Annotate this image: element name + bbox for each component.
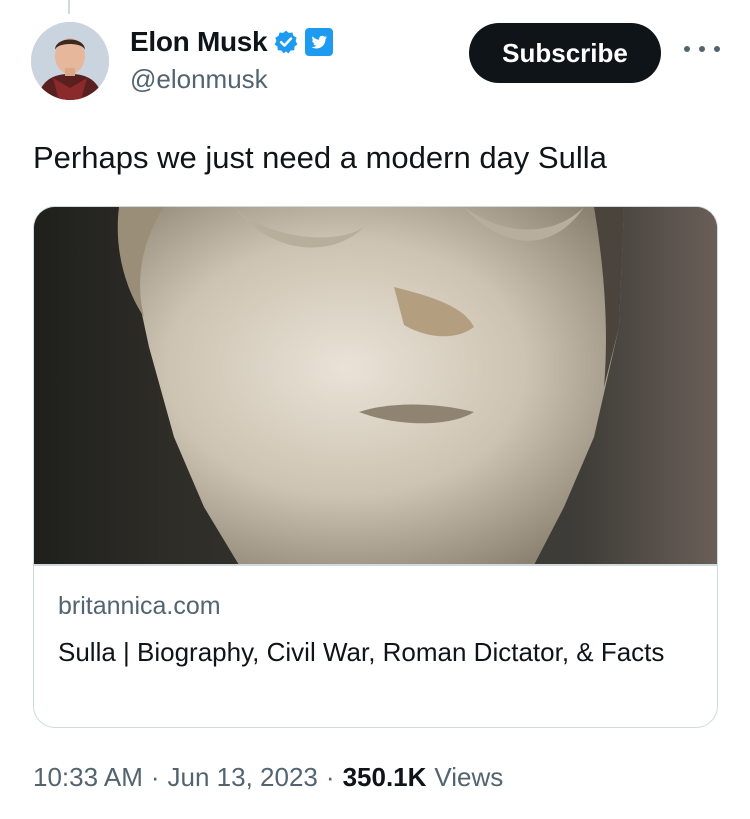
meta-separator: · [325, 762, 335, 792]
more-dot [684, 46, 690, 52]
avatar[interactable] [31, 22, 109, 100]
card-title: Sulla | Biography, Civil War, Roman Dict… [58, 637, 665, 667]
meta-separator: · [150, 762, 160, 792]
tweet-text: Perhaps we just need a modern day Sulla [33, 140, 607, 175]
more-dot [699, 46, 705, 52]
views-count[interactable]: 350.1K [343, 762, 427, 793]
views-label[interactable]: Views [434, 762, 503, 793]
more-horizontal-icon[interactable] [684, 36, 720, 62]
card-divider [34, 564, 717, 566]
link-card[interactable]: britannica.com Sulla | Biography, Civil … [33, 206, 718, 728]
more-dot [714, 46, 720, 52]
twitter-bird-icon[interactable] [305, 28, 334, 56]
thread-connector-line [68, 0, 70, 14]
subscribe-button[interactable]: Subscribe [469, 23, 661, 83]
card-domain: britannica.com [58, 592, 221, 620]
card-image[interactable] [34, 207, 717, 565]
tweet-time[interactable]: 10:33 AM [33, 762, 143, 793]
author-name-row: Elon Musk [130, 24, 334, 60]
author-display-name[interactable]: Elon Musk [130, 26, 268, 58]
verified-badge-icon[interactable] [273, 29, 299, 55]
tweet-date[interactable]: Jun 13, 2023 [168, 762, 318, 793]
author-handle[interactable]: @elonmusk [130, 64, 268, 95]
tweet-meta: 10:33 AM · Jun 13, 2023 · 350.1K Views [33, 762, 503, 793]
